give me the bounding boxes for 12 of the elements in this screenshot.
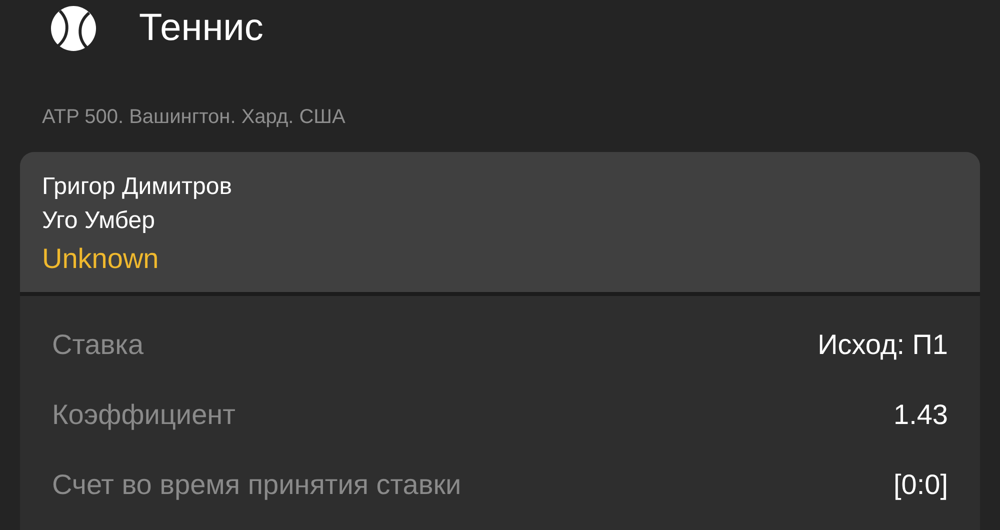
match-status: Unknown: [42, 242, 160, 276]
tennis-ball-icon: [50, 4, 97, 52]
detail-label: Ставка: [52, 329, 144, 361]
detail-value: Исход: П1: [818, 329, 948, 361]
detail-value: [0:0]: [894, 469, 948, 501]
detail-value: 1.43: [894, 399, 948, 431]
page-title: Теннис: [139, 6, 264, 50]
player-name: Григор Димитров: [42, 172, 233, 202]
tournament-name: ATP 500. Вашингтон. Хард. США: [41, 105, 346, 130]
player-name: Уго Умбер: [42, 206, 156, 236]
detail-label: Счет во время принятия ставки: [52, 469, 462, 501]
detail-label: Коэффициент: [52, 399, 236, 431]
